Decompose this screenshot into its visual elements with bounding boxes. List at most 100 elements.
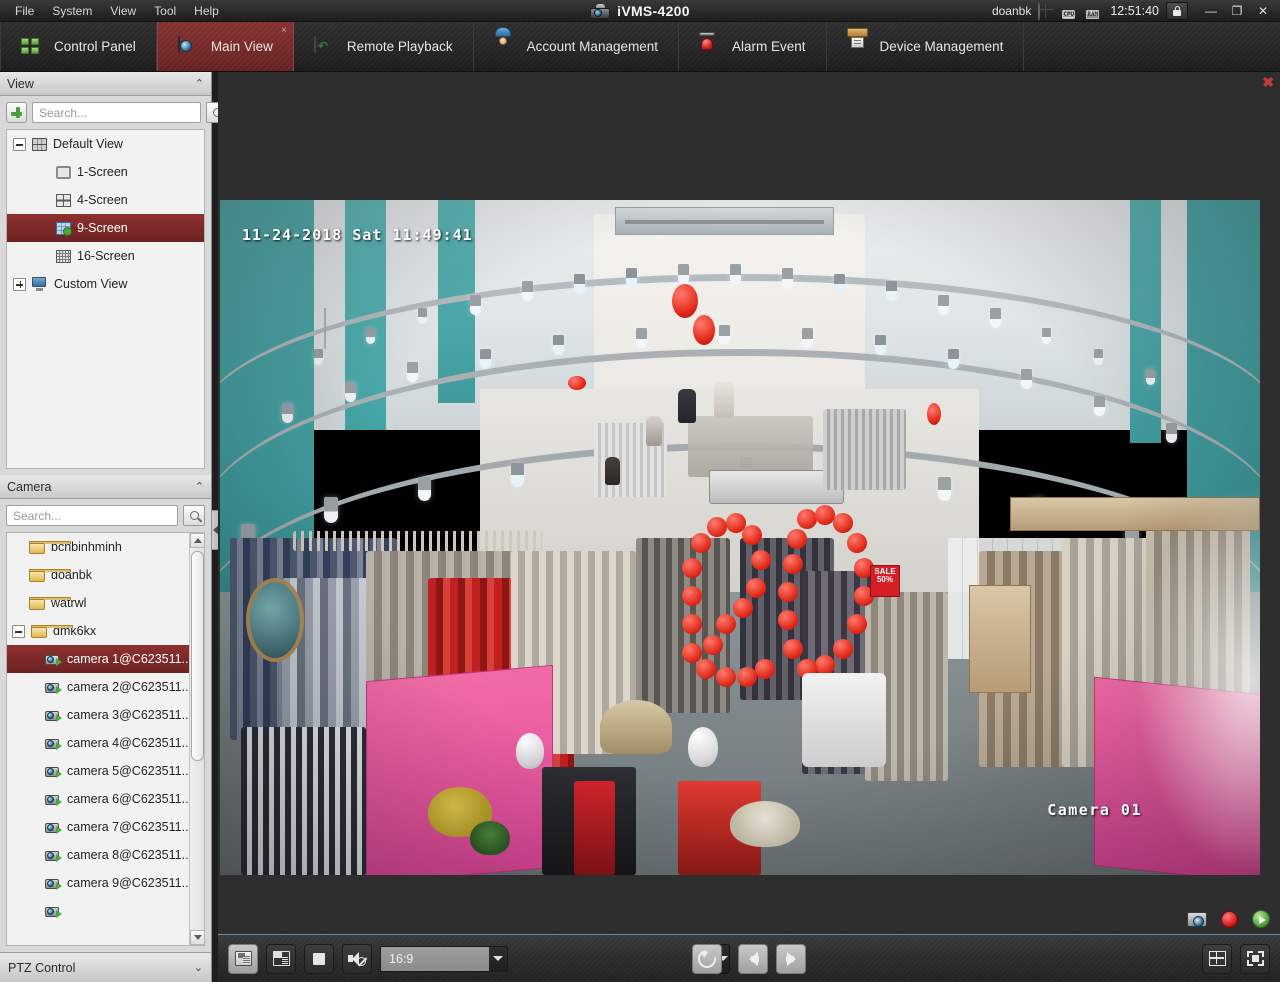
expander-plus-icon[interactable]: [13, 277, 26, 291]
view-panel-header[interactable]: View ⌃: [0, 72, 211, 96]
aspect-ratio-dropdown-button[interactable]: [489, 946, 507, 971]
menu-tool[interactable]: Tool: [145, 1, 185, 21]
scrollbar-thumb[interactable]: [191, 551, 204, 761]
grid-icon: [32, 137, 47, 151]
tab-label: Main View: [210, 39, 273, 54]
lock-screen-button[interactable]: [1166, 1, 1188, 20]
previous-page-button[interactable]: [738, 943, 768, 974]
fullscreen-icon: [1246, 951, 1264, 966]
camera-search-input[interactable]: [6, 505, 178, 526]
ptz-control-panel-header[interactable]: PTZ Control ⌄: [0, 952, 211, 982]
ram-usage-icon[interactable]: RAM: [1086, 3, 1103, 19]
minimize-button[interactable]: —: [1198, 1, 1224, 21]
stop-all-button[interactable]: [304, 943, 334, 974]
tab-main-view[interactable]: Main View ×: [156, 22, 294, 71]
tree-item-camera-7[interactable]: camera 7@C623511...: [7, 813, 189, 841]
scroll-up-button[interactable]: [190, 533, 204, 548]
poster-right: [1093, 676, 1260, 875]
network-globe-icon[interactable]: [1038, 2, 1055, 21]
tree-item-16-screen[interactable]: 16-Screen: [7, 242, 204, 270]
add-view-button[interactable]: [6, 102, 27, 123]
main-view-icon: [177, 35, 200, 57]
auto-switch-button[interactable]: [692, 943, 722, 974]
tab-alarm-event[interactable]: Alarm Event: [679, 22, 827, 71]
close-button[interactable]: ✕: [1250, 1, 1276, 21]
chevron-up-icon[interactable]: ⌃: [195, 77, 204, 90]
tree-item-camera-3[interactable]: camera 3@C623511...: [7, 701, 189, 729]
expander-minus-icon[interactable]: [13, 137, 26, 151]
tree-item-camera-2[interactable]: camera 2@C623511...: [7, 673, 189, 701]
playback-nav-group: [692, 943, 806, 974]
tree-item-1-screen[interactable]: 1-Screen: [7, 158, 204, 186]
record-icon[interactable]: [1221, 910, 1238, 928]
capture-icon[interactable]: [1187, 911, 1207, 927]
video-window-camera-01[interactable]: SALE 50% 11-24-2018 Sat 11:49:41 Camera …: [220, 200, 1260, 875]
window-division-icon: [272, 951, 290, 966]
cpu-usage-icon[interactable]: CPU: [1062, 3, 1079, 19]
camera-list-scrollbar[interactable]: [189, 533, 204, 945]
layout-grid-button[interactable]: [1202, 943, 1232, 974]
tab-remote-playback[interactable]: Remote Playback: [294, 22, 474, 71]
restore-button[interactable]: ❐: [1224, 1, 1250, 21]
main-view-area: ✖ SALE 50% 11-24-2018 Sat 11:49:41 Camer…: [218, 72, 1280, 934]
menu-file[interactable]: File: [6, 1, 43, 21]
tree-item-camera-6[interactable]: camera 6@C623511...: [7, 785, 189, 813]
camera-tree[interactable]: bchbinhminh doanbk watrwl dmk6kx camera …: [6, 532, 205, 946]
tree-item-camera-4[interactable]: camera 4@C623511...: [7, 729, 189, 757]
tab-label: Account Management: [526, 39, 658, 54]
scroll-down-button[interactable]: [190, 930, 204, 945]
tab-device-management[interactable]: Device Management: [827, 22, 1025, 71]
tree-item-camera-9[interactable]: camera 9@C623511...: [7, 869, 189, 897]
tab-account-management[interactable]: Account Management: [474, 22, 679, 71]
tree-item-default-view[interactable]: Default View: [7, 130, 204, 158]
camera-panel-header[interactable]: Camera ⌃: [0, 475, 211, 499]
title-bar: File System View Tool Help iVMS-4200 doa…: [0, 0, 1280, 22]
arrow-left-icon: [748, 951, 759, 966]
tab-label: Control Panel: [54, 39, 136, 54]
expander-minus-icon[interactable]: [12, 624, 25, 638]
window-controls: — ❐ ✕: [1198, 1, 1276, 21]
tab-close-icon[interactable]: ×: [281, 26, 287, 36]
tree-item-camera-5[interactable]: camera 5@C623511...: [7, 757, 189, 785]
triangle-up-icon: [193, 538, 202, 543]
tree-item-camera-10-partial[interactable]: [7, 897, 189, 925]
tab-control-panel[interactable]: Control Panel: [0, 22, 157, 71]
tree-item-watrwl[interactable]: watrwl: [7, 589, 189, 617]
tree-item-label: 16-Screen: [77, 249, 135, 263]
chevron-up-icon[interactable]: ⌃: [195, 480, 204, 493]
tree-item-doanbk[interactable]: doanbk: [7, 561, 189, 589]
tree-item-9-screen[interactable]: 9-Screen: [7, 214, 204, 242]
mute-button[interactable]: [342, 943, 372, 974]
magnifier-icon: [187, 509, 201, 522]
tree-item-dmk6kx[interactable]: dmk6kx: [7, 617, 189, 645]
tree-item-label: camera 1@C623511...: [67, 652, 189, 666]
menu-system[interactable]: System: [43, 1, 101, 21]
tree-item-4-screen[interactable]: 4-Screen: [7, 186, 204, 214]
camera-icon: [45, 848, 62, 862]
next-page-button[interactable]: [776, 943, 806, 974]
folder-icon: [29, 568, 71, 582]
view-tree[interactable]: Default View 1-Screen 4-Screen 9-Screen …: [6, 129, 205, 469]
tree-item-camera-8[interactable]: camera 8@C623511...: [7, 841, 189, 869]
screen-1-icon: [56, 165, 71, 179]
save-layout-button[interactable]: [228, 943, 258, 974]
playback-icon[interactable]: [1252, 910, 1270, 928]
tree-item-label: camera 9@C623511...: [67, 876, 189, 890]
chevron-down-icon[interactable]: ⌄: [194, 961, 203, 974]
folder-icon: [29, 596, 71, 610]
tree-item-label: camera 5@C623511...: [67, 764, 189, 778]
close-view-icon[interactable]: ✖: [1262, 75, 1274, 89]
ptz-panel-title: PTZ Control: [8, 960, 76, 975]
view-search-input[interactable]: [32, 102, 201, 123]
menu-help[interactable]: Help: [185, 1, 228, 21]
screen-4-icon: [56, 193, 71, 207]
tree-item-bchbinhminh[interactable]: bchbinhminh: [7, 533, 189, 561]
aspect-ratio-select[interactable]: 16:9: [380, 945, 508, 972]
camera-search-button[interactable]: [183, 505, 205, 526]
tree-item-camera-1[interactable]: camera 1@C623511...: [7, 645, 189, 673]
window-division-button[interactable]: [266, 943, 296, 974]
tree-item-label: camera 4@C623511...: [67, 736, 189, 750]
tree-item-custom-view[interactable]: Custom View: [7, 270, 204, 298]
menu-view[interactable]: View: [101, 1, 145, 21]
fullscreen-button[interactable]: [1240, 943, 1270, 974]
